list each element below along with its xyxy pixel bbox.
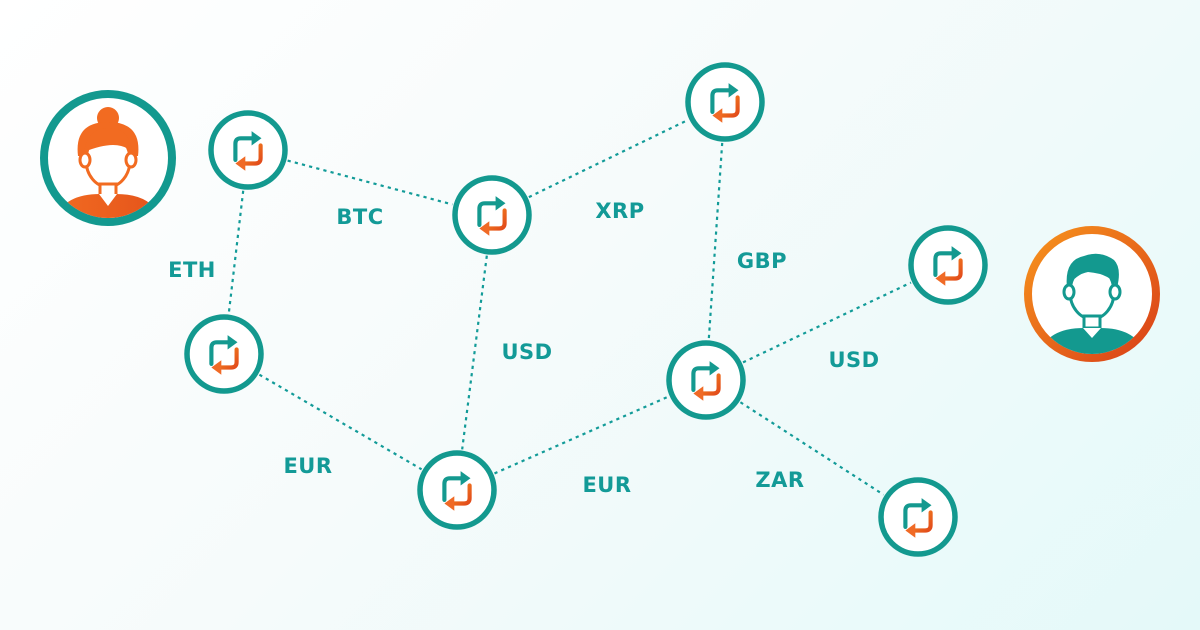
exchange-node-n7 xyxy=(908,225,988,305)
currency-label-usd: USD xyxy=(828,348,879,372)
edge-n2-n5 xyxy=(461,255,488,450)
payment-network-diagram: BTC ETH XRP USD GBP EUR EUR USD ZAR xyxy=(40,62,1160,557)
exchange-node-n1 xyxy=(208,110,288,190)
edge-n5-n6 xyxy=(494,395,669,475)
exchange-node-n3 xyxy=(685,62,765,142)
currency-label-btc: BTC xyxy=(336,205,383,229)
edge-n1-n4 xyxy=(227,190,245,314)
sender-avatar xyxy=(40,90,176,226)
currency-label-eur: EUR xyxy=(283,454,332,478)
exchange-node-n6 xyxy=(666,340,746,420)
exchange-node-n4 xyxy=(184,314,264,394)
exchange-node-n8 xyxy=(878,477,958,557)
currency-label-xrp: XRP xyxy=(595,199,644,223)
edge-n3-n6 xyxy=(707,142,724,340)
exchange-node-n5 xyxy=(417,450,497,530)
exchange-node-n2 xyxy=(452,175,532,255)
currency-label-eth: ETH xyxy=(168,258,216,282)
currency-label-eur: EUR xyxy=(582,473,631,497)
currency-label-usd: USD xyxy=(501,340,552,364)
edge-n2-n3 xyxy=(528,118,689,199)
edge-n1-n2 xyxy=(287,159,453,206)
currency-label-zar: ZAR xyxy=(755,468,804,492)
currency-label-gbp: GBP xyxy=(737,249,787,273)
receiver-avatar xyxy=(1024,226,1160,362)
edge-n6-n7 xyxy=(742,281,912,364)
